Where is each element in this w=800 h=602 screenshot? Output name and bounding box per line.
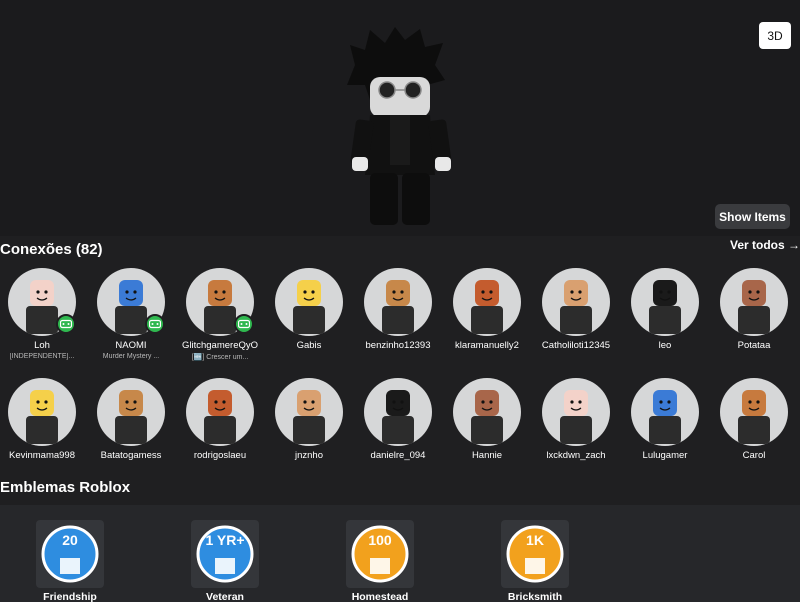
friend-status[interactable]: [INDEPENDENTE]... (2, 353, 82, 360)
friend-name[interactable]: leo (625, 340, 705, 351)
online-game-icon (56, 314, 76, 334)
friend-avatar[interactable] (720, 378, 788, 446)
badge-emblem-text: 1K (526, 532, 544, 548)
friend-avatar[interactable] (542, 378, 610, 446)
badge-item[interactable]: 1 YR+ Veteran (170, 520, 280, 602)
house-icon: 100 (346, 520, 414, 588)
friends-icon: 20 (36, 520, 104, 588)
online-game-icon (234, 314, 254, 334)
connection-card[interactable]: leo (625, 268, 705, 351)
friend-name[interactable]: benzinho12393 (358, 340, 438, 351)
friend-avatar[interactable] (720, 268, 788, 336)
show-items-button[interactable]: Show Items (715, 204, 790, 229)
connection-card[interactable]: Lulugamer (625, 378, 705, 461)
connection-card[interactable]: lxckdwn_zach (536, 378, 616, 461)
badge-emblem-text: 100 (368, 532, 392, 548)
friend-avatar[interactable] (8, 378, 76, 446)
connection-card[interactable]: Carol (714, 378, 794, 461)
avatar-viewer[interactable]: 3D Show Items (0, 0, 800, 236)
friend-avatar[interactable] (542, 268, 610, 336)
toggle-3d-button[interactable]: 3D (759, 22, 791, 49)
friend-avatar[interactable] (631, 378, 699, 446)
friend-name[interactable]: lxckdwn_zach (536, 450, 616, 461)
see-all-connections-link[interactable]: Ver todos → (730, 238, 800, 252)
friend-avatar[interactable] (275, 268, 343, 336)
friend-name[interactable]: Loh (2, 340, 82, 351)
friend-status[interactable]: Murder Mystery ... (91, 353, 171, 360)
friend-name[interactable]: danielre_094 (358, 450, 438, 461)
badge-label[interactable]: Bricksmith (480, 591, 590, 602)
connection-card[interactable]: Batatogamess (91, 378, 171, 461)
badge-item[interactable]: 100 Homestead (325, 520, 435, 602)
friend-avatar[interactable] (453, 378, 521, 446)
friend-status[interactable]: [🆕] Crescer um... (180, 353, 260, 361)
connection-card[interactable]: rodrigoslaeu (180, 378, 260, 461)
shield-icon: 1 YR+ (191, 520, 259, 588)
friend-avatar[interactable] (364, 378, 432, 446)
friend-name[interactable]: Kevinmama998 (2, 450, 82, 461)
badge-emblem-text: 20 (62, 532, 78, 548)
badges-title: Emblemas Roblox (0, 479, 131, 496)
online-game-icon (145, 314, 165, 334)
avatar-figure (347, 27, 452, 225)
connection-card[interactable]: Catholiloti12345 (536, 268, 616, 351)
connection-card[interactable]: danielre_094 (358, 378, 438, 461)
friend-name[interactable]: Gabis (269, 340, 349, 351)
friend-name[interactable]: Carol (714, 450, 794, 461)
friend-name[interactable]: rodrigoslaeu (180, 450, 260, 461)
badge-item[interactable]: 1K Bricksmith (480, 520, 590, 602)
connection-card[interactable]: klaramanuelly2 (447, 268, 527, 351)
friend-avatar[interactable] (364, 268, 432, 336)
badge-item[interactable]: 20 Friendship (15, 520, 125, 602)
castle-icon: 1K (501, 520, 569, 588)
friend-name[interactable]: jnznho (269, 450, 349, 461)
badge-label[interactable]: Friendship (15, 591, 125, 602)
friend-name[interactable]: GlitchgamereQyO (180, 340, 260, 351)
friend-name[interactable]: Batatogamess (91, 450, 171, 461)
friend-avatar[interactable] (275, 378, 343, 446)
friend-avatar[interactable] (186, 378, 254, 446)
connection-card[interactable]: benzinho12393 (358, 268, 438, 351)
badge-label[interactable]: Veteran (170, 591, 280, 602)
badges-panel: 20 Friendship 1 YR+ Veteran 100 Homestead 1K Br… (0, 505, 800, 602)
friend-name[interactable]: Lulugamer (625, 450, 705, 461)
connection-card[interactable]: Potataa (714, 268, 794, 351)
friend-avatar[interactable] (631, 268, 699, 336)
badge-emblem-text: 1 YR+ (205, 532, 245, 548)
connection-card[interactable]: Gabis (269, 268, 349, 351)
friend-name[interactable]: NAOMI (91, 340, 171, 351)
connection-card[interactable]: jnznho (269, 378, 349, 461)
connections-title: Conexões (82) (0, 241, 103, 258)
friend-name[interactable]: Potataa (714, 340, 794, 351)
friend-name[interactable]: Catholiloti12345 (536, 340, 616, 351)
friend-avatar[interactable] (97, 378, 165, 446)
friend-name[interactable]: klaramanuelly2 (447, 340, 527, 351)
connection-card[interactable]: Hannie (447, 378, 527, 461)
friend-avatar[interactable] (453, 268, 521, 336)
badge-label[interactable]: Homestead (325, 591, 435, 602)
connection-card[interactable]: Kevinmama998 (2, 378, 82, 461)
friend-name[interactable]: Hannie (447, 450, 527, 461)
